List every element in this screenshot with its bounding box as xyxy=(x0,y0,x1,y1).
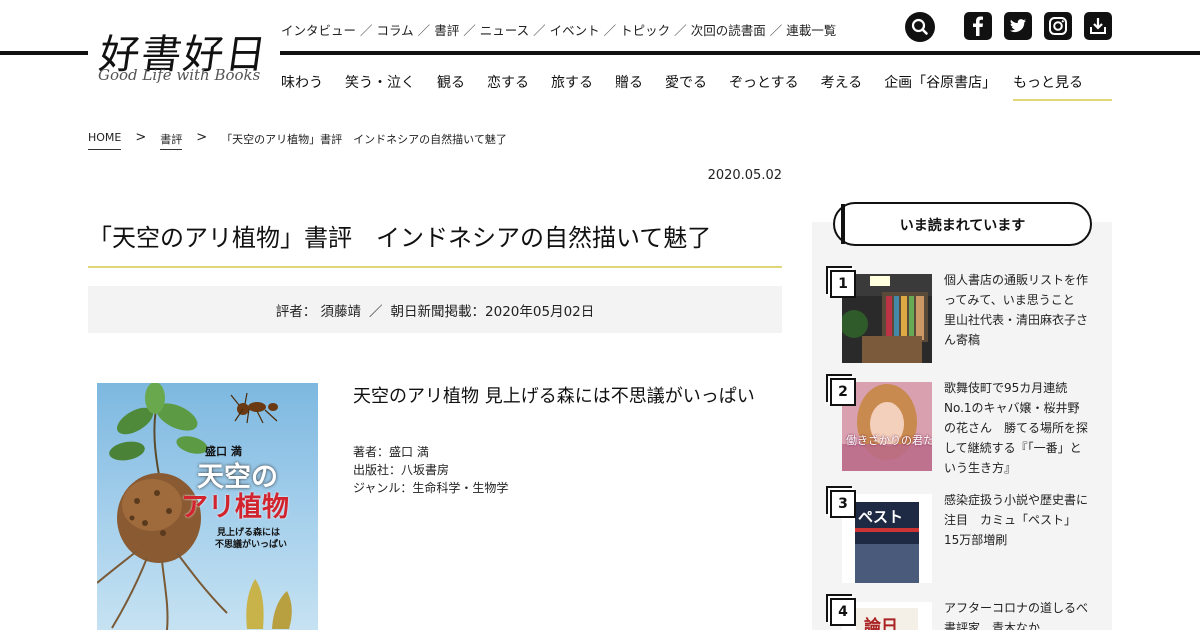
published-info: 朝日新聞掲載：2020年05月02日 xyxy=(390,303,595,320)
nav-item-thrill[interactable]: ぞっとする xyxy=(729,72,799,92)
nav-item-laugh-cry[interactable]: 笑う・泣く xyxy=(345,72,415,92)
nav-item-think[interactable]: 考える xyxy=(821,72,863,92)
breadcrumb-separator: > xyxy=(196,130,208,145)
twitter-icon xyxy=(1010,19,1026,33)
cover-title-line2: アリ植物 xyxy=(181,492,289,523)
thumbnail-caption: 働きざかりの君たちへ xyxy=(846,434,932,447)
facebook-button[interactable] xyxy=(964,12,992,40)
app-download-button[interactable] xyxy=(1084,12,1112,40)
breadcrumb-home[interactable]: HOME xyxy=(88,131,122,150)
logo-tagline: Good Life with Books xyxy=(98,66,261,84)
breadcrumb-separator: > xyxy=(135,130,147,145)
breadcrumb: HOME > 書評 > 「天空のアリ植物」書評 インドネシアの自然描いて魅了 xyxy=(88,131,507,150)
ranking-heading-label: いま読まれています xyxy=(899,218,1026,234)
nav-item-travel[interactable]: 旅する xyxy=(551,72,593,92)
nav-more-link[interactable]: もっと見る xyxy=(1013,72,1112,101)
subnav-item-interview[interactable]: インタビュー xyxy=(281,20,356,39)
rank-number: 4 xyxy=(830,598,856,626)
search-button[interactable] xyxy=(905,12,935,42)
subnav-item-series[interactable]: 連載一覧 xyxy=(786,20,836,39)
subnav-item-column[interactable]: コラム xyxy=(377,20,414,39)
subnav-item-topic[interactable]: トピック xyxy=(620,20,670,39)
rank-number: 1 xyxy=(830,270,856,298)
ranking-heading: いま読まれています xyxy=(833,202,1092,246)
nav-item-cherish[interactable]: 愛でる xyxy=(665,72,707,92)
nav-item-gift[interactable]: 贈る xyxy=(615,72,643,92)
meta-separator: ／ xyxy=(369,303,383,320)
book-genre: ジャンル：生命科学・生物学 xyxy=(353,481,509,495)
nav-item-love[interactable]: 恋する xyxy=(487,72,529,92)
ranking-item-text: アフターコロナの道しるべ 書評家 青木なか xyxy=(944,601,1100,630)
subnav-item-news[interactable]: ニュース xyxy=(480,20,529,39)
twitter-button[interactable] xyxy=(1004,12,1032,40)
rank-number: 2 xyxy=(830,378,856,406)
thumbnail-caption: 論日 xyxy=(864,617,898,630)
article-title: 「天空のアリ植物」書評 インドネシアの自然描いて魅了 xyxy=(88,224,712,252)
article-date: 2020.05.02 xyxy=(707,168,782,183)
subnav-item-review[interactable]: 書評 xyxy=(434,20,459,39)
book-author: 著者：盛口 満 xyxy=(353,445,429,459)
book-cover[interactable]: 盛口 満 天空の アリ植物 見上げる森には 不思議がいっぱい xyxy=(97,383,318,630)
rank-number: 3 xyxy=(830,490,856,518)
nav-item-watch[interactable]: 観る xyxy=(437,72,465,92)
nav-item-tanihara[interactable]: 企画「谷原書店」 xyxy=(884,72,996,92)
nav-item-taste[interactable]: 味わう xyxy=(281,72,323,92)
main-navigation: 味わう 笑う・泣く 観る 恋する 旅する 贈る 愛でる ぞっとする 考える 企画… xyxy=(281,72,1112,101)
subnav-item-event[interactable]: イベント xyxy=(550,20,600,39)
instagram-icon xyxy=(1049,17,1067,35)
facebook-icon xyxy=(973,16,983,36)
book-publisher: 出版社：八坂書房 xyxy=(353,463,450,477)
ranking-item-text: 個人書店の通販リストを作ってみて、いま思うこと 里山社代表・清田麻衣子さん寄稿 xyxy=(944,273,1089,347)
book-title: 天空のアリ植物 見上げる森には不思議がいっぱい xyxy=(353,386,755,407)
cover-subtitle-line2: 不思議がいっぱい xyxy=(215,540,288,550)
instagram-button[interactable] xyxy=(1044,12,1072,40)
sub-navigation: インタビュー／ コラム／ 書評／ ニュース／ イベント／ トピック／ 次回の読書… xyxy=(281,20,836,39)
book-info: 著者：盛口 満 出版社：八坂書房 ジャンル：生命科学・生物学 xyxy=(353,443,508,497)
breadcrumb-category[interactable]: 書評 xyxy=(160,131,183,150)
ranking-item-text: 感染症扱う小説や歴史書に注目 カミュ「ペスト」15万部増刷 xyxy=(944,493,1089,547)
thumbnail-caption: ペスト xyxy=(858,508,904,526)
subnav-item-next-page[interactable]: 次回の読書面 xyxy=(691,20,766,39)
ranking-item-text: 歌舞伎町で95カ月連続No.1のキャバ嬢・桜井野の花さん 勝てる場所を探して継続… xyxy=(944,381,1089,475)
breadcrumb-current: 「天空のアリ植物」書評 インドネシアの自然描いて魅了 xyxy=(221,133,507,146)
download-icon xyxy=(1090,18,1106,34)
reviewer: 評者： 須藤靖 xyxy=(275,303,362,320)
article-meta: 評者： 須藤靖 ／ 朝日新聞掲載：2020年05月02日 xyxy=(88,286,782,333)
search-icon xyxy=(911,18,928,35)
title-divider xyxy=(88,266,782,268)
site-logo[interactable]: 好書好日 Good Life with Books xyxy=(88,18,280,92)
